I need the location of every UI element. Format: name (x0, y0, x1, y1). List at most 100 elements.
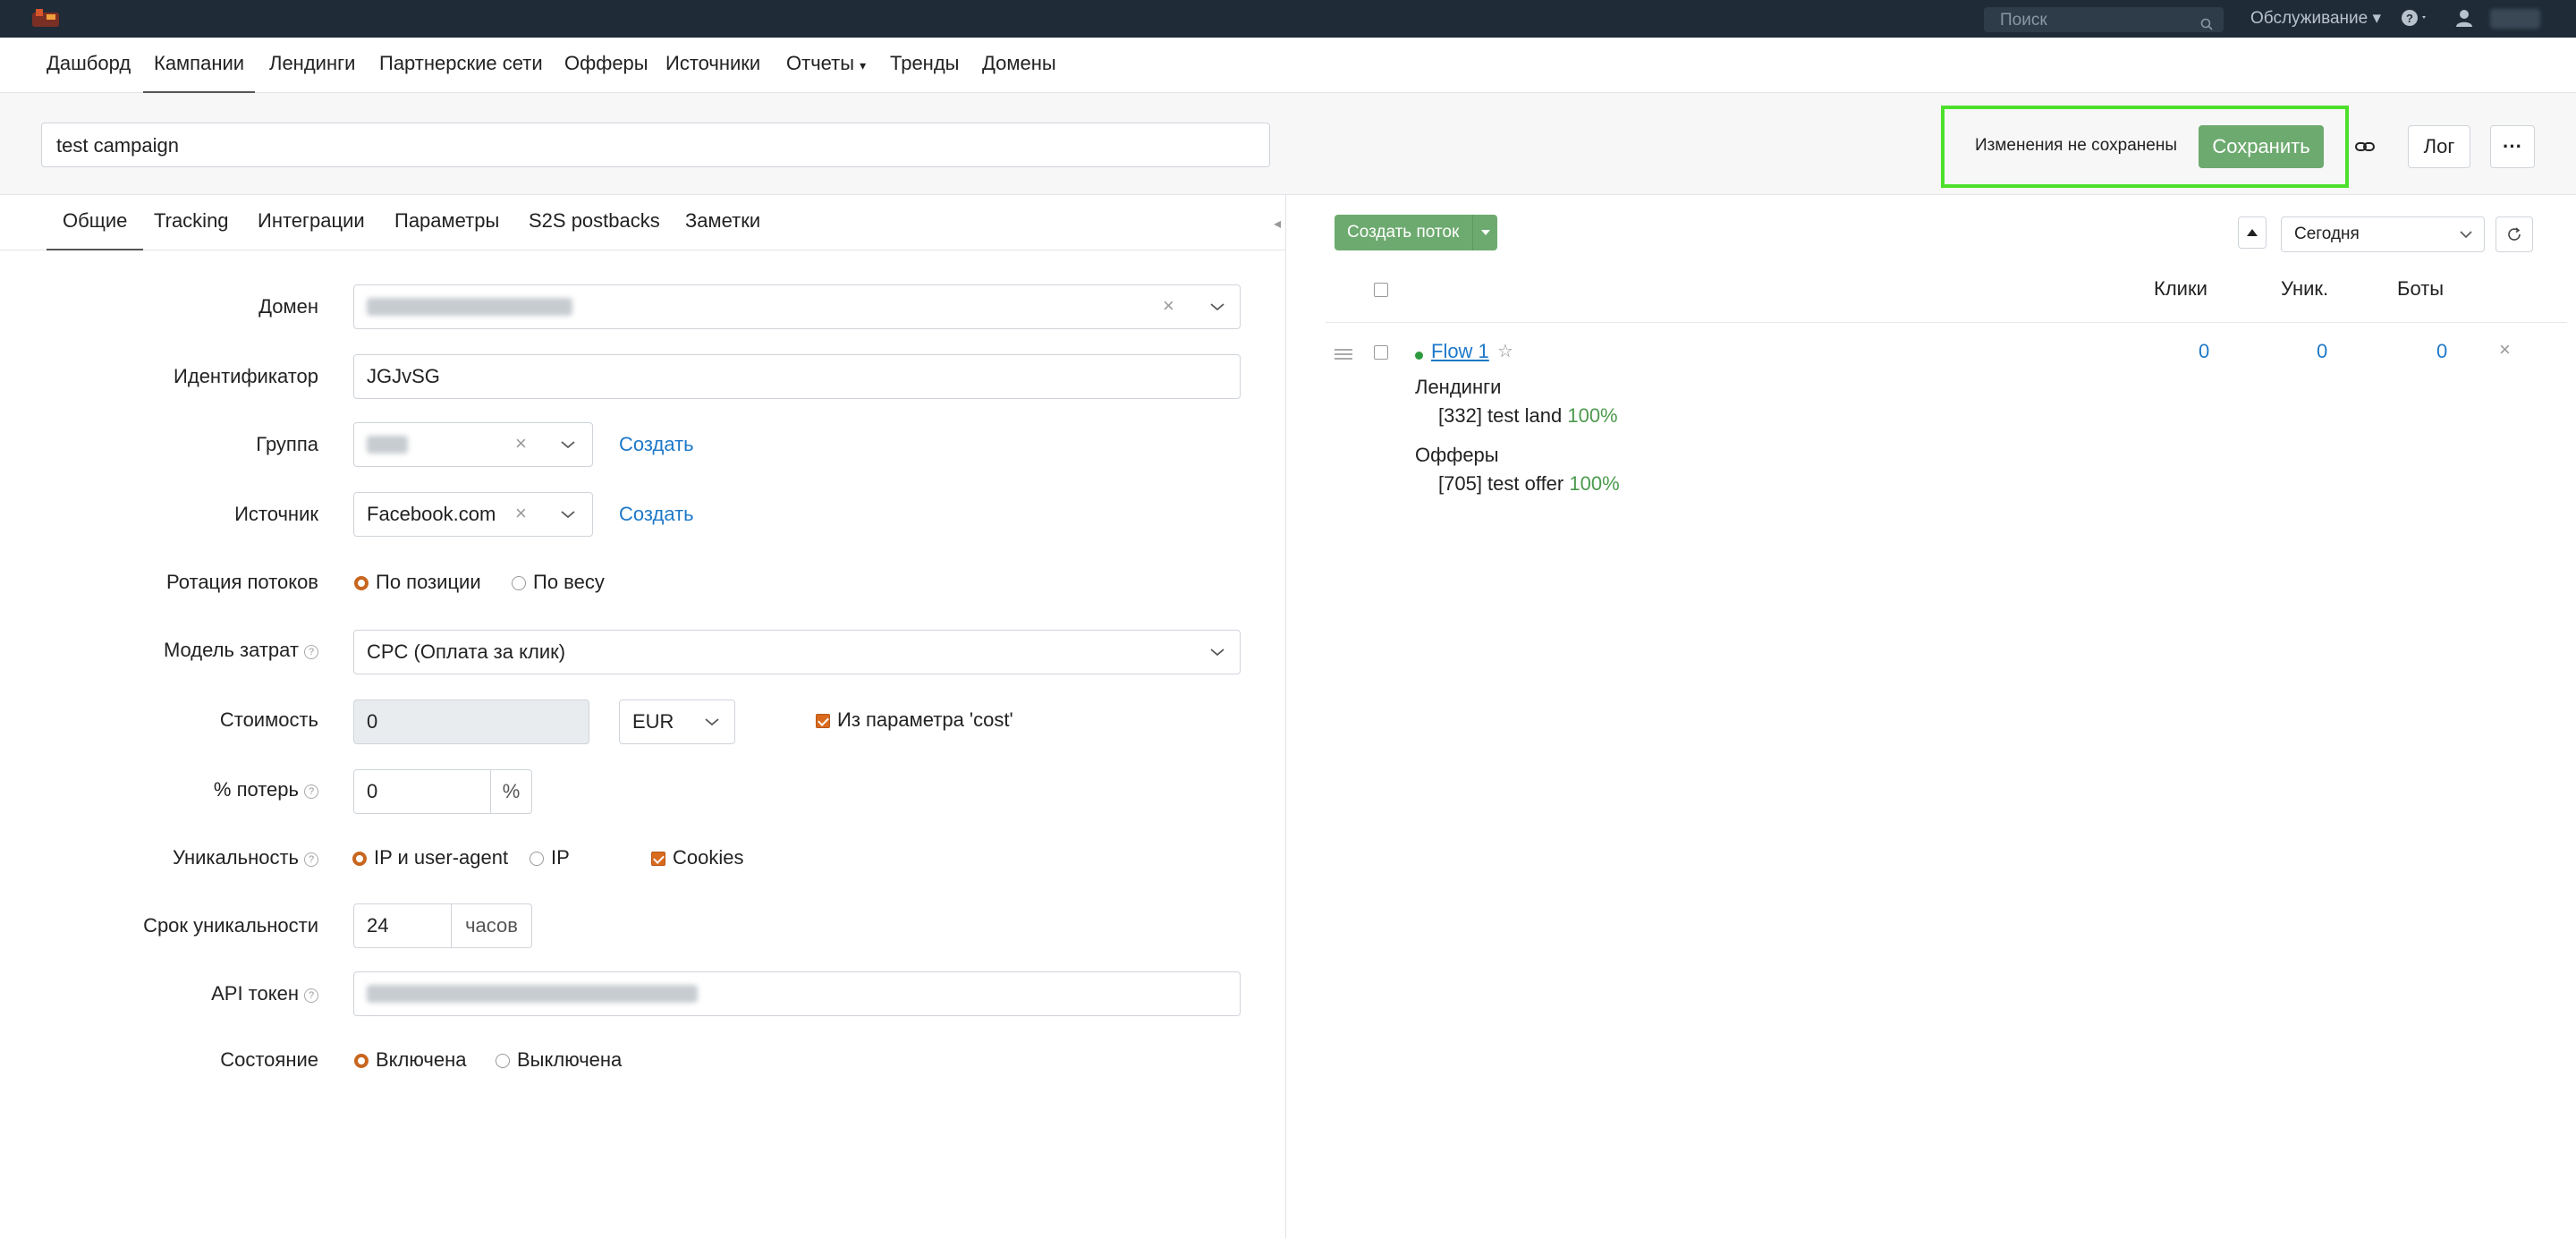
question-circle-icon[interactable]: ? (2401, 7, 2429, 34)
clear-icon[interactable]: × (515, 502, 527, 525)
tab-tracking[interactable]: Tracking (154, 209, 229, 233)
flow-landing-name: [332] test land (1438, 404, 1563, 427)
help-icon[interactable]: ? (304, 784, 318, 799)
save-button[interactable]: Сохранить (2199, 125, 2324, 168)
maintenance-menu[interactable]: Обслуживание ▾ (2250, 8, 2381, 29)
api-token-input[interactable] (353, 971, 1241, 1016)
loss-input[interactable]: 0 (353, 769, 491, 814)
top-search-placeholder: Поиск (2000, 11, 2047, 30)
loss-value: 0 (367, 780, 378, 802)
domain-select[interactable]: × (353, 284, 1241, 329)
cost-param-checkbox[interactable]: Из параметра 'cost' (816, 708, 1013, 732)
nav-item-trends[interactable]: Тренды (890, 52, 959, 75)
flows-panel: Создать поток Сегодня Клики Уник. Боты F… (1286, 195, 2576, 1238)
refresh-icon[interactable] (2496, 216, 2533, 252)
tab-parameters[interactable]: Параметры (394, 209, 499, 233)
nav-item-campaigns[interactable]: Кампании (142, 52, 256, 93)
rotation-position-radio[interactable]: По позиции (354, 571, 481, 594)
create-flow-button[interactable]: Создать поток (1335, 215, 1497, 250)
tab-general[interactable]: Общие (46, 209, 144, 250)
sort-up-icon[interactable] (2238, 216, 2267, 249)
state-on-radio[interactable]: Включена (354, 1048, 466, 1072)
rotation-weight-radio[interactable]: По весу (512, 571, 605, 594)
flow-clicks[interactable]: 0 (2199, 340, 2209, 363)
api-token-label-text: API токен (211, 982, 299, 1005)
collapse-panel-icon[interactable]: ◂ (1274, 215, 1281, 233)
delete-flow-icon[interactable]: × (2499, 338, 2511, 361)
nav-item-sources[interactable]: Источники (665, 52, 760, 75)
tab-notes[interactable]: Заметки (685, 209, 760, 233)
nav-item-affiliate-networks[interactable]: Партнерские сети (379, 52, 543, 75)
drag-handle-icon[interactable] (1335, 349, 1352, 362)
loss-unit-addon: % (491, 769, 532, 814)
user-name-blurred[interactable] (2490, 9, 2540, 29)
period-select[interactable]: Сегодня (2281, 216, 2485, 252)
help-icon[interactable]: ? (304, 852, 318, 867)
log-button[interactable]: Лог (2408, 125, 2470, 168)
uniq-cookies-checkbox[interactable]: Cookies (651, 846, 743, 869)
flow-landings-heading: Лендинги (1415, 376, 1502, 398)
chevron-down-icon[interactable] (560, 439, 576, 450)
help-icon[interactable]: ? (304, 988, 318, 1003)
table-divider (1326, 322, 2567, 323)
radio-off-icon (496, 1054, 510, 1068)
domain-label: Домен (258, 295, 318, 318)
currency-value: EUR (632, 710, 674, 733)
clear-icon[interactable]: × (1163, 294, 1174, 318)
caret-down-icon: ▾ (860, 58, 867, 72)
user-icon[interactable] (2454, 7, 2474, 34)
star-icon[interactable]: ☆ (1497, 340, 1513, 362)
uniq-ip-ua-radio[interactable]: IP и user-agent (352, 846, 508, 869)
nav-item-offers[interactable]: Офферы (564, 52, 648, 75)
flow-name-link[interactable]: Flow 1 (1431, 340, 1489, 363)
tab-integrations[interactable]: Интеграции (258, 209, 365, 233)
app-logo-icon[interactable] (30, 5, 61, 30)
identifier-input[interactable]: JGJvSG (353, 354, 1241, 399)
radio-on-icon (354, 1054, 369, 1068)
state-off-radio[interactable]: Выключена (496, 1048, 622, 1072)
nav-item-dashboard[interactable]: Дашборд (47, 52, 131, 75)
campaign-name-input[interactable]: test campaign (41, 123, 1270, 167)
flow-uniques[interactable]: 0 (2317, 340, 2327, 363)
uniqueness-label-text: Уникальность (173, 846, 299, 869)
create-flow-dropdown-icon[interactable] (1472, 215, 1497, 250)
flow-row-checkbox[interactable] (1374, 345, 1388, 360)
group-create-link[interactable]: Создать (619, 433, 694, 456)
chevron-down-icon (1210, 649, 1224, 657)
chevron-down-icon[interactable] (560, 509, 576, 520)
cost-model-label-text: Модель затрат (163, 639, 299, 661)
api-token-label: API токен? (14, 982, 318, 1005)
chevron-down-icon[interactable] (1209, 301, 1225, 312)
chevron-down-icon (705, 718, 719, 726)
uniq-period-input[interactable]: 24 (353, 903, 452, 948)
state-label: Состояние (220, 1048, 318, 1071)
help-icon[interactable]: ? (304, 645, 318, 659)
more-options-button[interactable]: ··· (2490, 125, 2535, 168)
uniq-ip-label: IP (551, 846, 570, 869)
top-search-input[interactable]: Поиск (1984, 7, 2224, 32)
chevron-down-icon (2460, 231, 2472, 239)
tab-s2s-postbacks[interactable]: S2S postbacks (529, 209, 660, 233)
api-token-value-blurred (367, 985, 698, 1003)
nav-item-reports[interactable]: Отчеты ▾ (786, 52, 866, 75)
flow-bots[interactable]: 0 (2436, 340, 2447, 363)
cost-model-select[interactable]: CPC (Оплата за клик) (353, 630, 1241, 674)
cost-input[interactable]: 0 (353, 700, 589, 744)
radio-off-icon (530, 852, 544, 866)
nav-item-landings[interactable]: Лендинги (269, 52, 355, 75)
domain-value-blurred (367, 298, 572, 316)
source-create-link[interactable]: Создать (619, 503, 694, 526)
link-icon[interactable] (2347, 125, 2383, 168)
group-select[interactable]: × (353, 422, 593, 467)
select-all-checkbox[interactable] (1374, 283, 1388, 297)
uniq-ip-radio[interactable]: IP (530, 846, 570, 869)
cost-param-label: Из параметра 'cost' (837, 708, 1013, 731)
settings-tabs: Общие Tracking Интеграции Параметры S2S … (0, 195, 1286, 250)
clear-icon[interactable]: × (515, 432, 527, 455)
radio-on-icon (352, 852, 367, 866)
source-select[interactable]: Facebook.com × (353, 492, 593, 537)
currency-select[interactable]: EUR (619, 700, 735, 744)
top-bar: Поиск Обслуживание ▾ ? (0, 0, 2576, 38)
flow-offer-pct: 100% (1569, 472, 1620, 495)
nav-item-domains[interactable]: Домены (982, 52, 1056, 75)
